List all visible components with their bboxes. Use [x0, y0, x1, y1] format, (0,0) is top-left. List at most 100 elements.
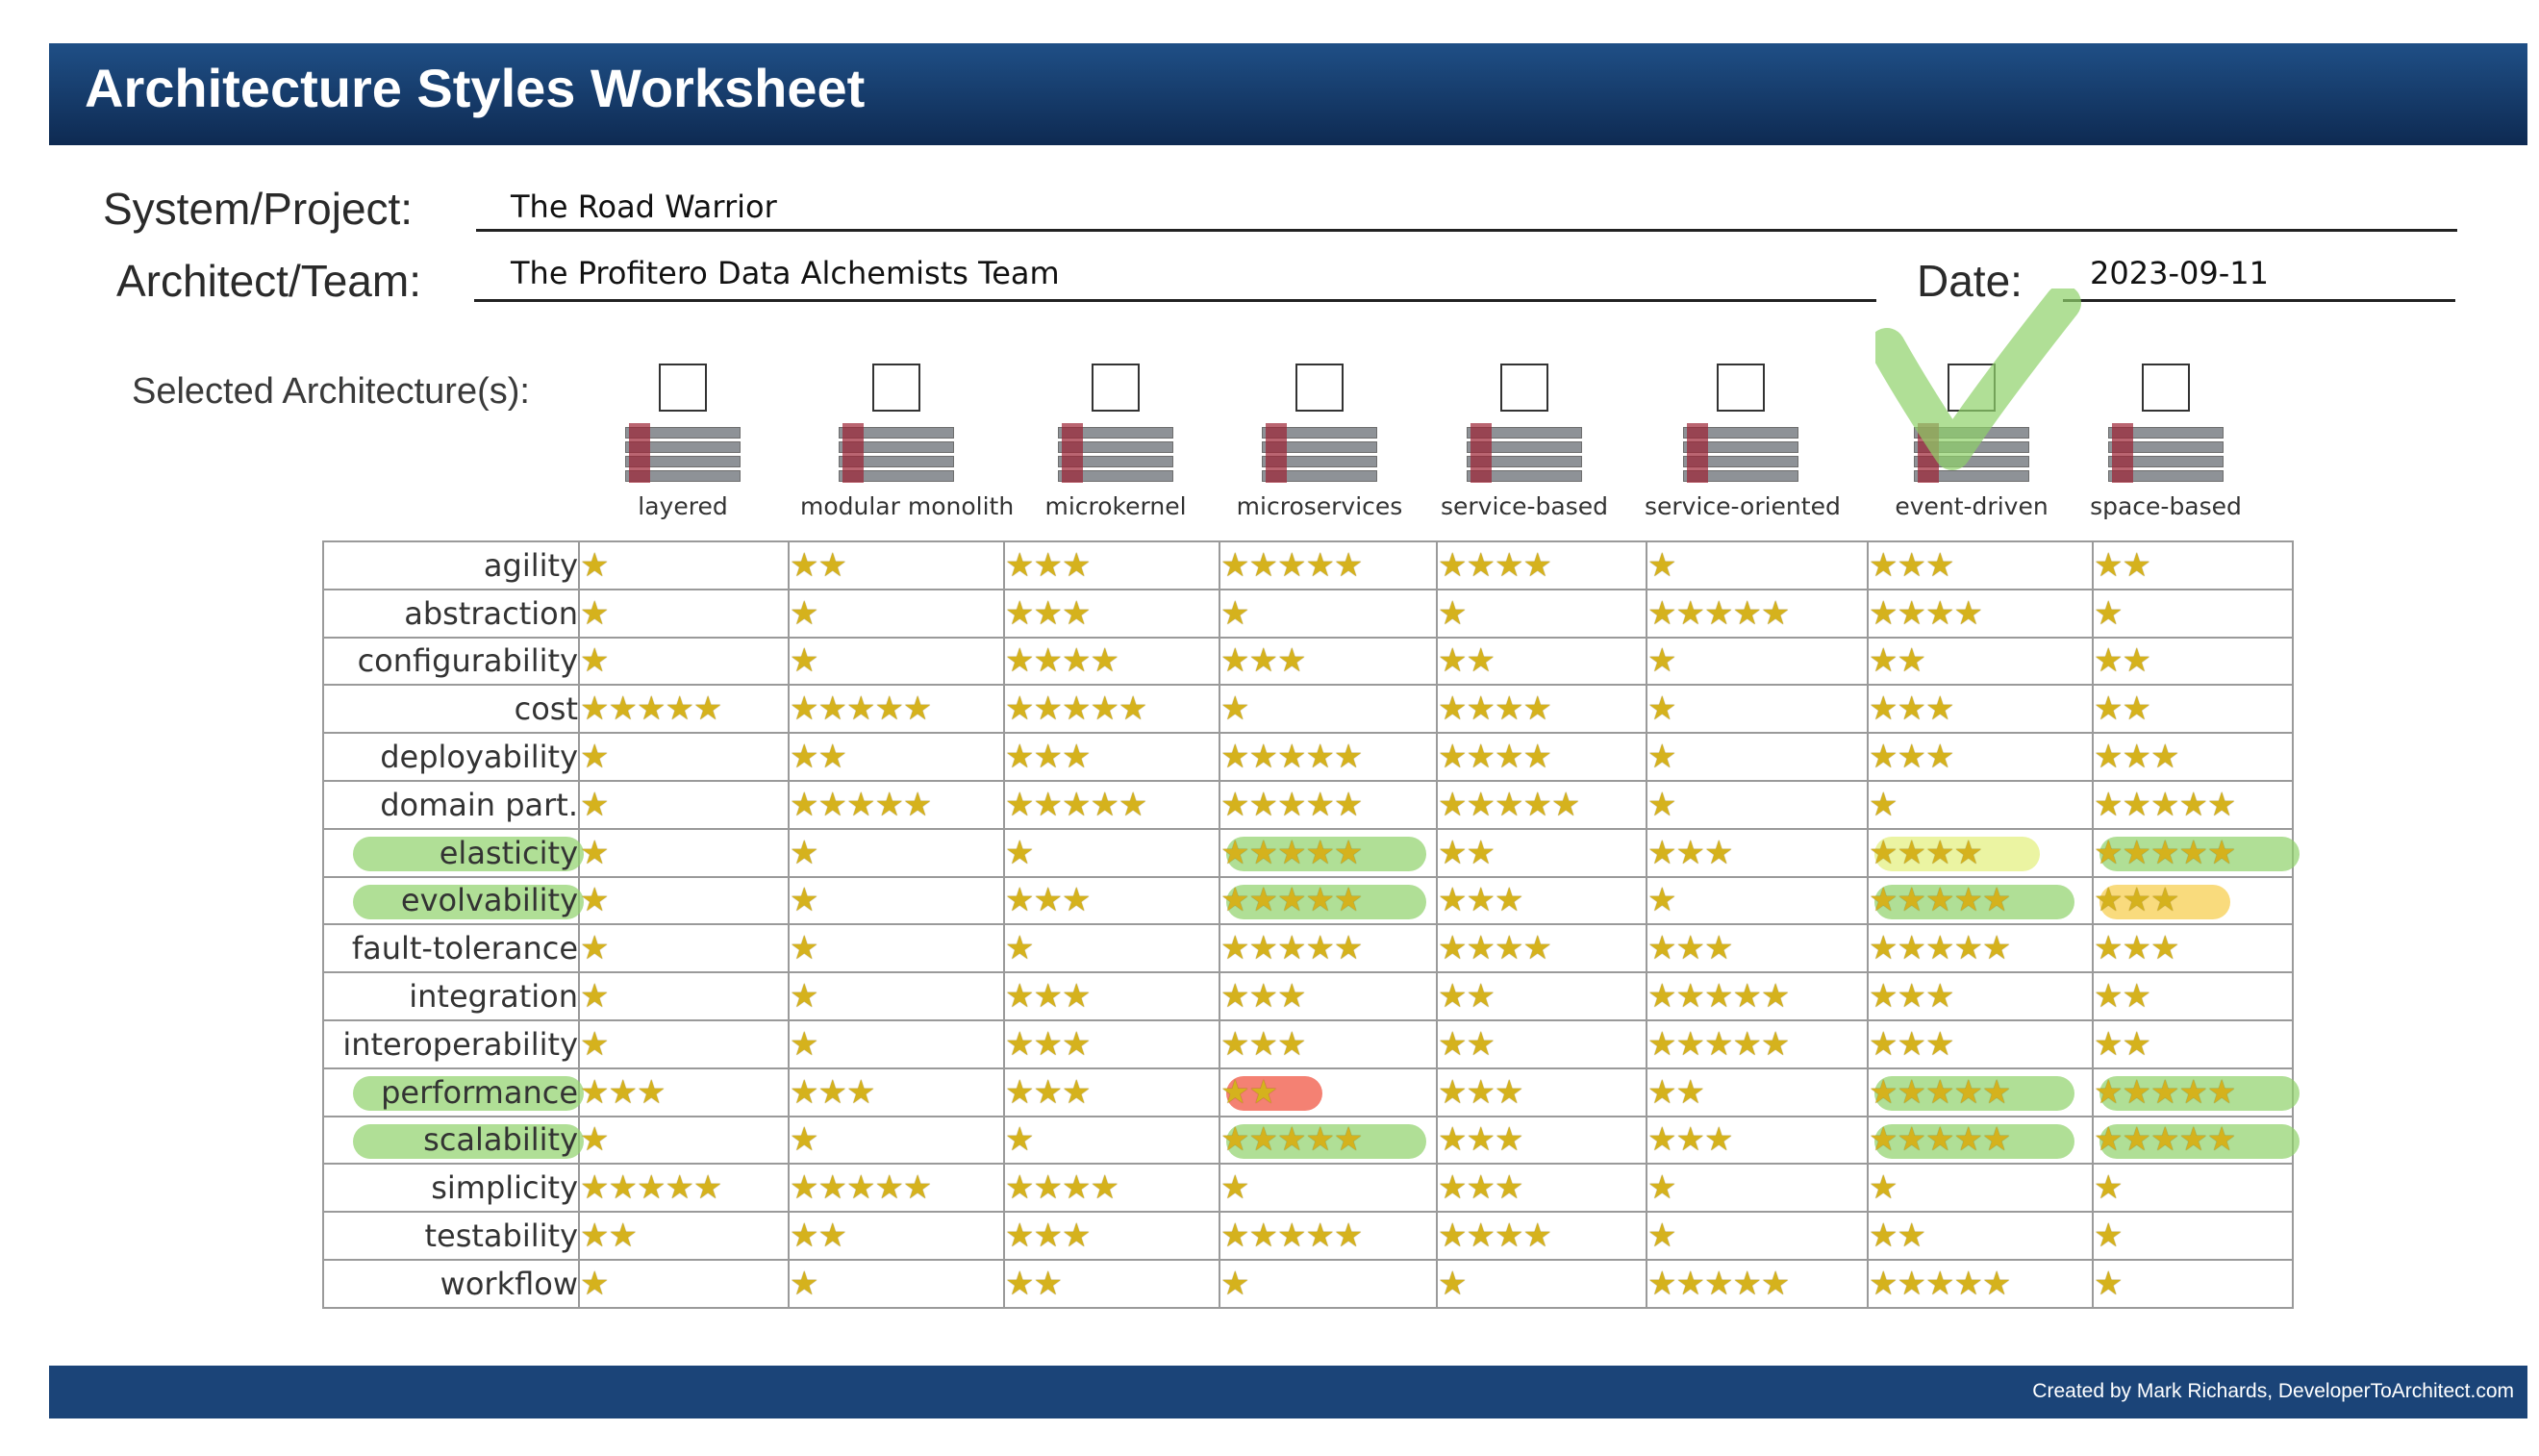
- rating-cell: ★★★: [1003, 588, 1220, 639]
- rating-cell: ★: [1436, 1258, 1647, 1309]
- characteristic-name: testability: [322, 1211, 580, 1261]
- star-icon: ★: [2094, 1169, 2124, 1207]
- rating-cell: ★: [578, 1018, 790, 1069]
- rating-cell: ★★★★★: [1219, 779, 1438, 830]
- rating-cell: ★★★: [578, 1067, 790, 1117]
- rating-cell: ★★★★★: [1219, 827, 1438, 878]
- rating-cell: ★: [578, 732, 790, 782]
- architecture-diagram-icon: [1467, 423, 1582, 483]
- rating-cell: ★: [1867, 779, 2094, 830]
- star-icon: ★: [790, 1025, 819, 1063]
- rating-cell: ★★★★★: [1646, 1258, 1869, 1309]
- star-icon: ★★: [2094, 1025, 2151, 1063]
- rating-cell: ★★★: [1003, 732, 1220, 782]
- architecture-diagram-icon: [1058, 423, 1173, 483]
- star-icon: ★★★★★: [1220, 739, 1363, 776]
- rating-cell: ★★★★: [1436, 684, 1647, 735]
- characteristic-row: abstraction ★ ★ ★★★ ★ ★ ★★★★★ ★★★★ ★: [322, 588, 2294, 639]
- architecture-column-0: layered: [587, 364, 779, 520]
- rating-cell: ★★★: [1003, 1211, 1220, 1261]
- checkmark-icon: [1875, 289, 2081, 470]
- rating-cell: ★★★★★: [2092, 1115, 2300, 1166]
- star-icon: ★★: [2094, 546, 2151, 584]
- architecture-checkbox[interactable]: [2142, 364, 2190, 412]
- rating-cell: ★★: [1436, 636, 1647, 687]
- rating-cell: ★: [1219, 684, 1438, 735]
- star-icon: ★★★: [1438, 1169, 1523, 1207]
- star-icon: ★★★: [1438, 1121, 1523, 1159]
- star-icon: ★★★★: [1869, 594, 1983, 632]
- rating-cell: ★★★: [1003, 971, 1220, 1021]
- rating-cell: ★: [1646, 636, 1869, 687]
- star-icon: ★★★: [1647, 834, 1733, 871]
- rating-cell: ★★★: [1436, 1067, 1647, 1117]
- rating-cell: ★: [788, 827, 1005, 878]
- rating-cell: ★★★★★: [788, 1163, 1005, 1214]
- star-icon: ★★★★: [1438, 930, 1552, 967]
- characteristic-label: performance: [381, 1073, 578, 1111]
- star-icon: ★: [1220, 1169, 1250, 1207]
- star-icon: ★: [790, 930, 819, 967]
- rating-cell: ★★★: [2092, 732, 2294, 782]
- rating-cell: ★: [1003, 827, 1220, 878]
- star-icon: ★★★: [1438, 882, 1523, 919]
- rating-cell: ★: [1219, 1163, 1438, 1214]
- star-icon: ★★★★: [1438, 546, 1552, 584]
- rating-cell: ★: [578, 779, 790, 830]
- star-icon: ★: [790, 1121, 819, 1159]
- star-icon: ★★: [1647, 1073, 1705, 1111]
- rating-cell: ★★★★: [1436, 1211, 1647, 1261]
- architecture-checkbox[interactable]: [1717, 364, 1765, 412]
- architect-field[interactable]: [474, 299, 1876, 302]
- star-icon: ★★★: [1438, 1073, 1523, 1111]
- architecture-name: space-based: [2090, 492, 2242, 520]
- rating-cell: ★: [578, 588, 790, 639]
- rating-cell: ★★: [788, 732, 1005, 782]
- star-icon: ★★★★★: [1005, 690, 1147, 728]
- architecture-checkbox[interactable]: [1295, 364, 1344, 412]
- project-value: The Road Warrior: [511, 188, 777, 225]
- star-icon: ★★★★★: [790, 1169, 932, 1207]
- rating-cell: ★★★: [1867, 1018, 2094, 1069]
- rating-cell: ★: [2092, 1211, 2294, 1261]
- rating-cell: ★★★★★: [2092, 1067, 2300, 1117]
- architecture-checkbox[interactable]: [872, 364, 920, 412]
- architecture-name: event-driven: [1895, 492, 2049, 520]
- star-icon: ★: [580, 546, 610, 584]
- characteristic-label: domain part.: [380, 786, 578, 823]
- rating-cell: ★★: [2092, 1018, 2294, 1069]
- characteristic-row: configurability ★ ★ ★★★★ ★★★ ★★ ★ ★★ ★★: [322, 636, 2294, 687]
- characteristic-row: performance ★★★ ★★★ ★★★ ★★ ★★★ ★★ ★★★★★ ★★★★★: [322, 1067, 2300, 1117]
- architecture-checkbox[interactable]: [1500, 364, 1548, 412]
- rating-cell: ★★★: [1867, 732, 2094, 782]
- star-icon: ★★★: [1005, 1025, 1091, 1063]
- project-field[interactable]: [476, 229, 2457, 232]
- architecture-checkbox[interactable]: [659, 364, 707, 412]
- star-icon: ★: [1647, 690, 1677, 728]
- rating-cell: ★: [1219, 588, 1438, 639]
- characteristic-name: deployability: [322, 732, 580, 782]
- rating-cell: ★: [578, 875, 790, 926]
- rating-cell: ★★★: [1003, 1067, 1220, 1117]
- star-icon: ★★★: [1869, 1025, 1954, 1063]
- characteristic-row: agility ★ ★★ ★★★ ★★★★★ ★★★★ ★ ★★★ ★★: [322, 540, 2294, 590]
- characteristic-name: fault-tolerance: [322, 923, 580, 974]
- star-icon: ★★: [1438, 642, 1496, 680]
- star-icon: ★★★★: [1438, 690, 1552, 728]
- star-icon: ★: [580, 739, 610, 776]
- architecture-checkbox[interactable]: [1092, 364, 1140, 412]
- architecture-column-1: modular monolith: [800, 364, 1014, 520]
- rating-cell: ★★: [2092, 971, 2294, 1021]
- star-icon: ★: [1005, 834, 1035, 871]
- star-icon: ★★★: [1647, 930, 1733, 967]
- star-icon: ★★: [790, 739, 847, 776]
- star-icon: ★★: [1220, 1073, 1278, 1111]
- star-icon: ★★★: [2094, 882, 2179, 919]
- star-icon: ★★★: [1220, 1025, 1306, 1063]
- characteristic-name: integration: [322, 971, 580, 1021]
- star-icon: ★: [580, 834, 610, 871]
- characteristic-name: simplicity: [322, 1163, 580, 1214]
- star-icon: ★★: [2094, 642, 2151, 680]
- rating-cell: ★: [1003, 923, 1220, 974]
- date-field[interactable]: [2063, 299, 2455, 302]
